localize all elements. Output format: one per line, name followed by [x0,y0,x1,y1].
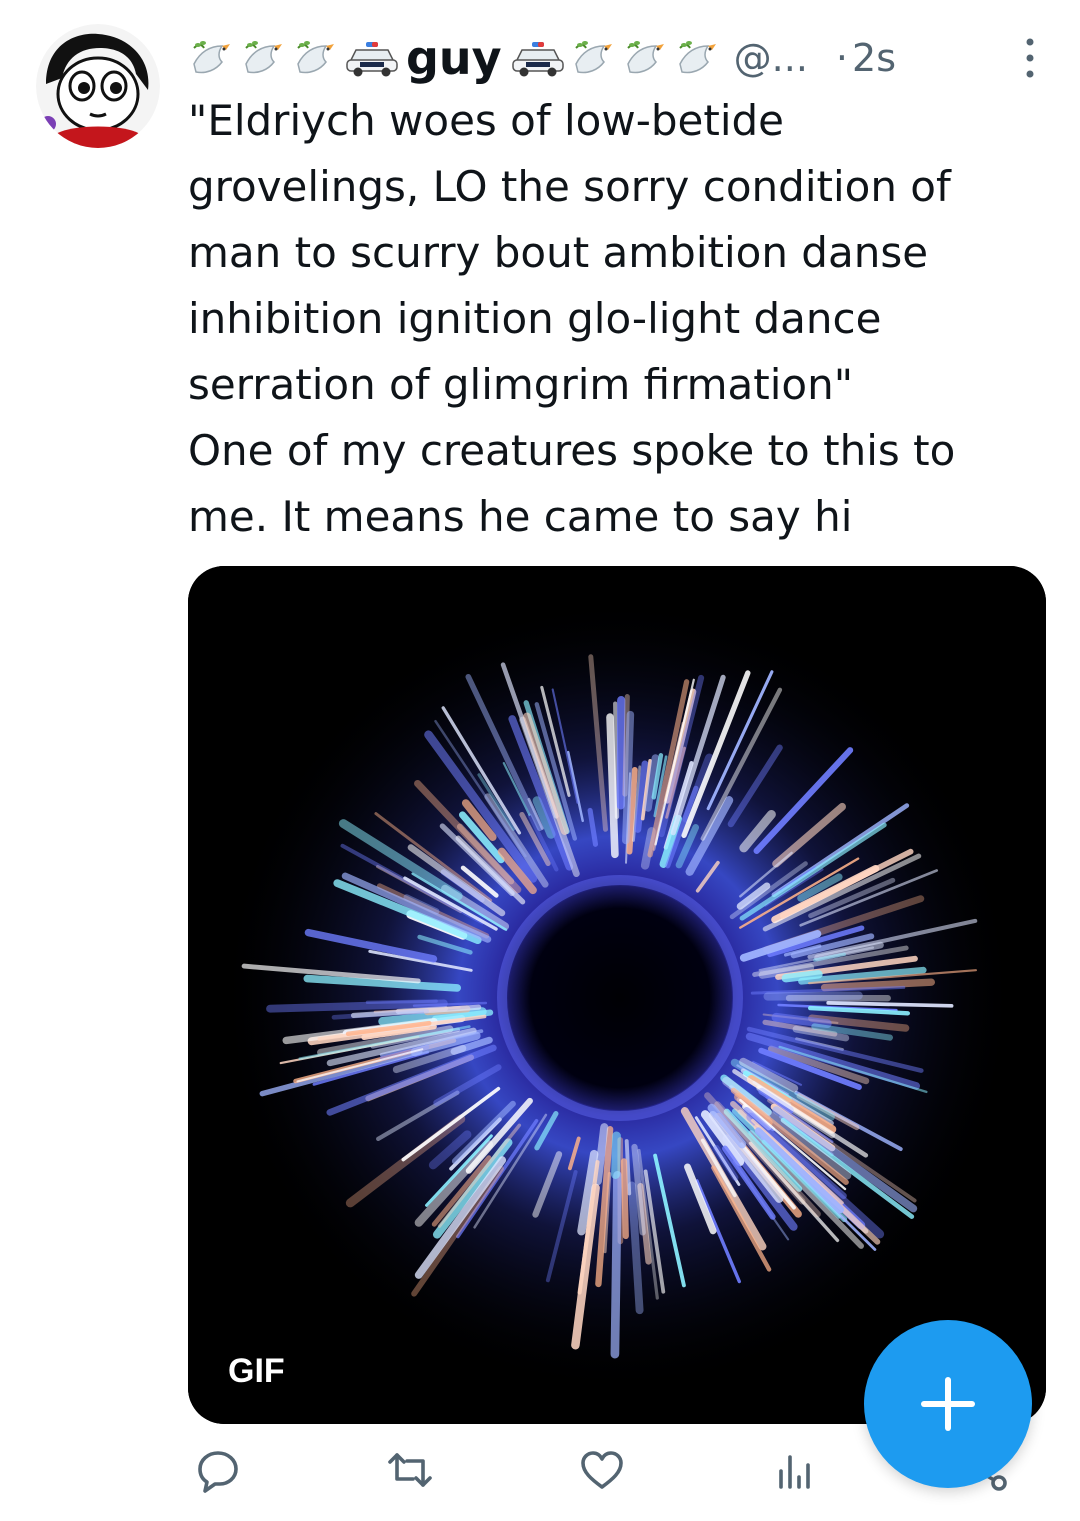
tweet-text-line: me. It means he came to say hi [188,492,853,541]
retweet-icon [388,1453,432,1487]
like-icon [581,1451,623,1489]
gif-media[interactable]: GIF [188,566,1046,1424]
light-burst-image [188,566,1046,1424]
light-ray [622,710,635,845]
dove-icon [245,41,282,74]
dove-icon [193,41,230,74]
light-ray [610,1171,622,1359]
tweet-text-line: serration of glimgrim firmation" [188,360,854,409]
more-options-icon[interactable] [1010,32,1050,84]
avatar-image [36,24,160,148]
light-ray [606,713,619,859]
police-car-icon [346,42,398,77]
tweet-text: "Eldriych woes of low-betide grovelings,… [188,88,1048,550]
reply-icon [198,1451,238,1493]
reply-button[interactable] [188,1440,248,1500]
user-handle[interactable]: @... [734,36,808,80]
tweet-text-line: man to scurry bout ambition danse [188,228,929,277]
tweet-text-line: One of my creatures spoke to this to [188,426,956,475]
dove-icon [626,41,664,74]
light-ray [620,1158,629,1240]
tweet-header: guy @... · 2s [188,26,1052,90]
name-prefix-emoji [188,34,400,82]
retweet-button[interactable] [380,1440,440,1500]
light-ray [266,999,448,1013]
timestamp[interactable]: 2s [852,36,896,80]
views-button[interactable] [764,1440,824,1500]
name-suffix-emoji [510,34,722,82]
gif-badge: GIF [214,1348,299,1394]
tweet-text-line: grovelings, LO the sorry condition of [188,162,951,211]
police-car-icon [511,42,564,77]
light-ray [365,999,438,1004]
separator-dot: · [835,36,849,80]
tweet-text-line: "Eldriych woes of low-betide [188,96,784,145]
compose-button[interactable] [864,1320,1032,1488]
views-icon [779,1455,810,1489]
dove-icon [574,41,612,74]
light-ray [763,991,863,1001]
dove-icon [297,41,334,74]
avatar[interactable] [36,24,160,148]
light-ray [771,1012,832,1029]
light-ray [611,1131,621,1179]
dove-icon [678,41,716,74]
plus-icon [921,1377,975,1431]
display-name[interactable]: guy [406,35,502,81]
tweet-text-line: inhibition ignition glo-light dance [188,294,882,343]
like-button[interactable] [572,1440,632,1500]
